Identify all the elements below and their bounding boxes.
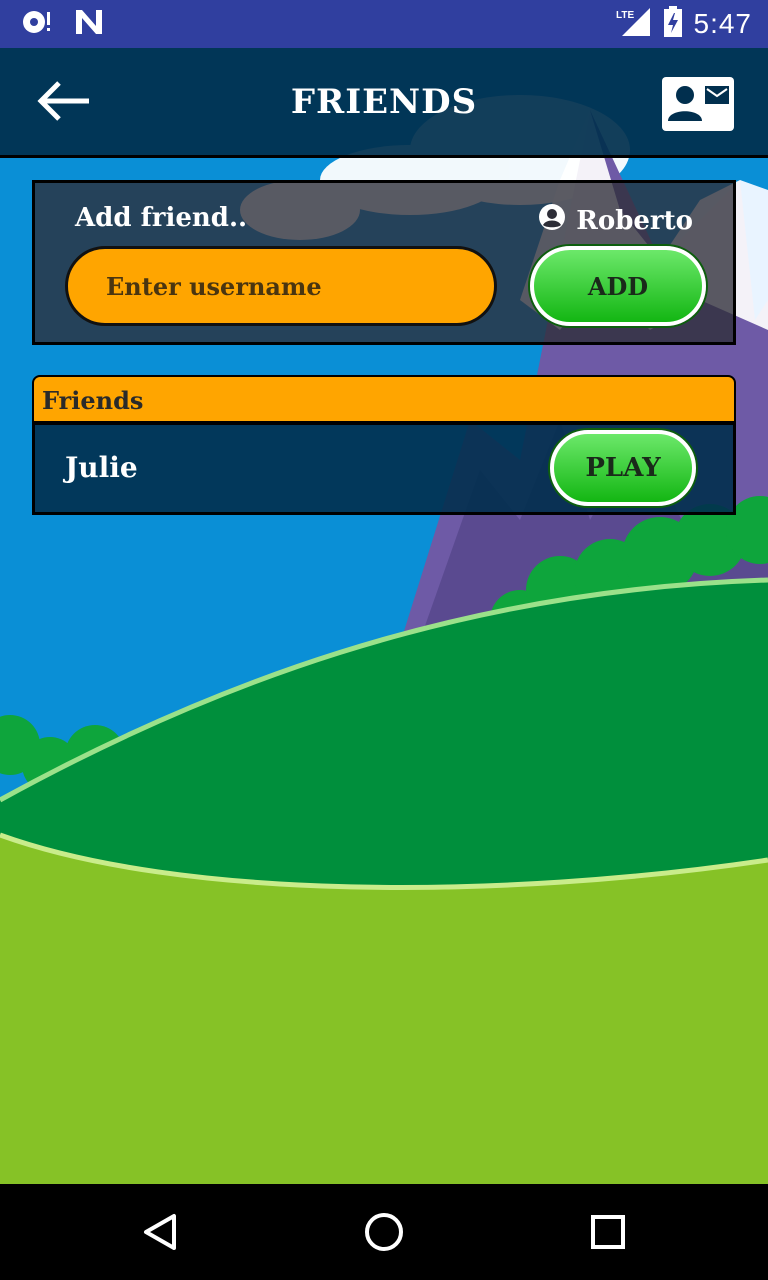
play-button[interactable]: PLAY: [550, 430, 696, 506]
n-logo-icon: [74, 8, 104, 40]
navigation-bar: [0, 1184, 768, 1280]
friends-list: Friends Julie PLAY: [32, 375, 736, 515]
add-button[interactable]: ADD: [530, 246, 706, 326]
current-user-name: Roberto: [576, 205, 693, 236]
page-title: FRIENDS: [290, 82, 478, 122]
status-bar: LTE 5:47: [0, 0, 768, 48]
sync-icon: [20, 8, 54, 40]
nav-recents-button[interactable]: [586, 1210, 630, 1254]
lte-signal-icon: LTE: [616, 6, 652, 42]
account-circle-icon: [538, 203, 566, 238]
recents-square-icon: [586, 1215, 630, 1258]
app-bar: FRIENDS: [0, 48, 768, 158]
nav-back-button[interactable]: [138, 1210, 182, 1254]
battery-charging-icon: [662, 6, 684, 42]
add-friend-panel: Add friend.. Roberto ADD: [32, 180, 736, 345]
username-input[interactable]: [65, 246, 497, 326]
friends-header: Friends: [32, 375, 736, 423]
current-user: Roberto: [538, 203, 693, 238]
friend-row: Julie PLAY: [32, 423, 736, 515]
svg-text:LTE: LTE: [616, 10, 634, 21]
back-triangle-icon: [138, 1214, 182, 1258]
home-circle-icon: [362, 1213, 406, 1258]
contact-mail-icon: [662, 86, 734, 135]
clock: 5:47: [693, 8, 752, 39]
contact-button[interactable]: [662, 77, 734, 131]
nav-home-button[interactable]: [362, 1210, 406, 1254]
add-friend-label: Add friend..: [75, 203, 248, 233]
friend-name: Julie: [65, 451, 138, 484]
